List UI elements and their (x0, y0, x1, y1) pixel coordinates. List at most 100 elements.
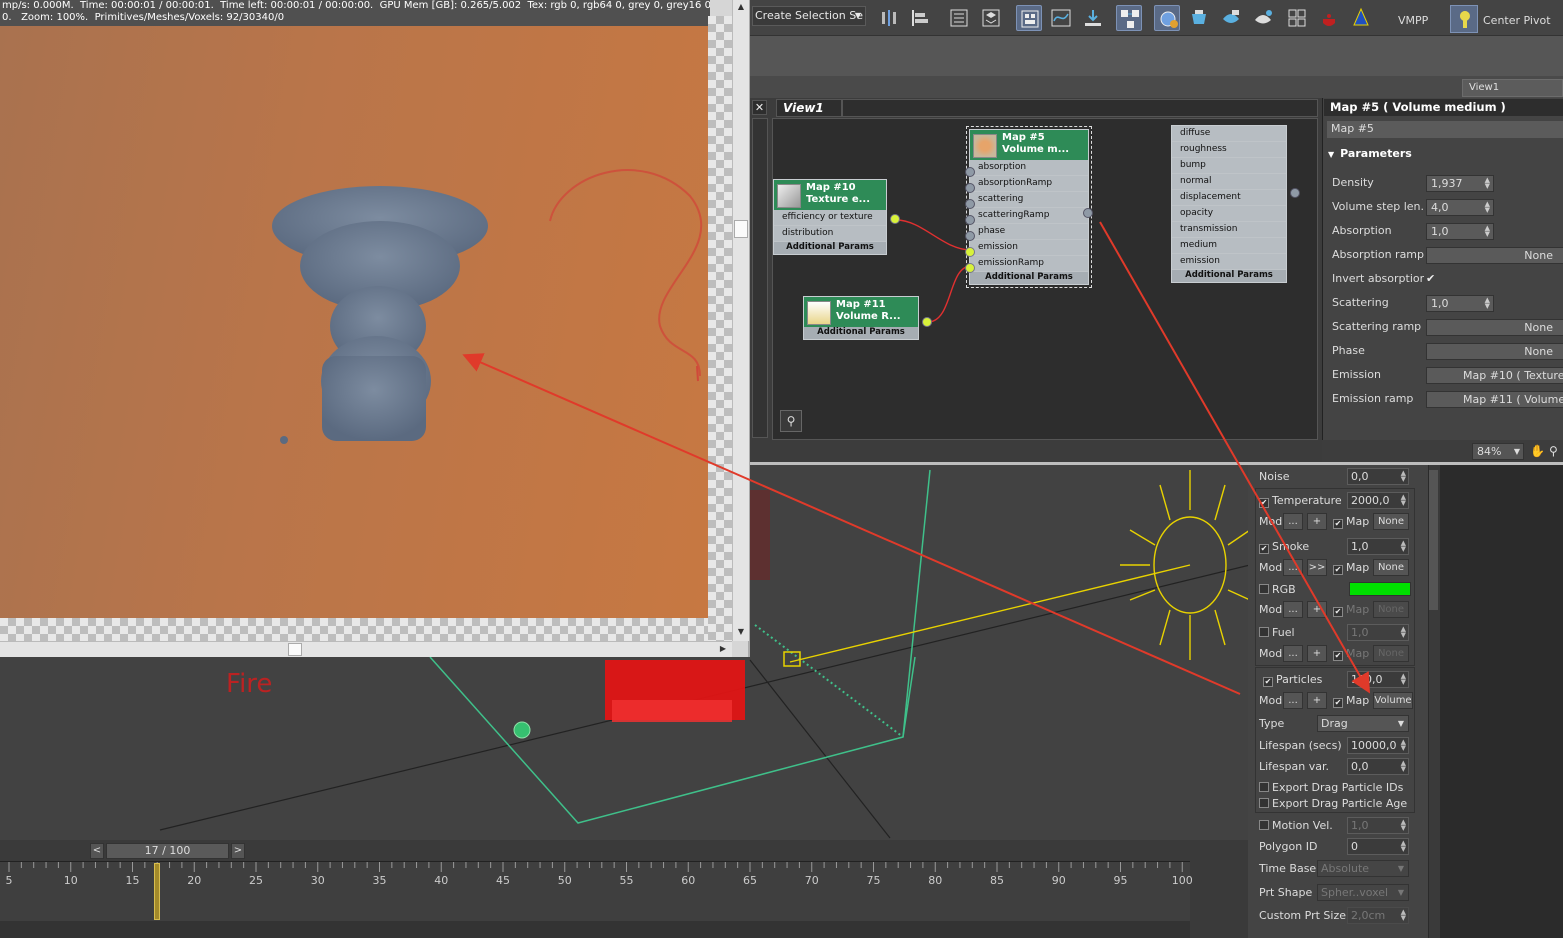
rgb-map-button[interactable]: None (1373, 601, 1409, 618)
input-socket[interactable] (965, 247, 975, 257)
tab-view1[interactable]: View1 (1462, 79, 1563, 97)
input-socket[interactable] (965, 167, 975, 177)
current-frame-marker[interactable] (154, 863, 161, 920)
mod-plus-button[interactable]: + (1307, 692, 1327, 709)
teapot-icon[interactable] (1316, 5, 1342, 31)
mod-plus-button[interactable]: + (1307, 645, 1327, 662)
map-checkbox[interactable]: ✔ (1333, 607, 1343, 617)
map-checkbox[interactable]: ✔ (1333, 519, 1343, 529)
next-frame-button[interactable]: > (231, 843, 245, 859)
param-map-button[interactable]: None (1426, 343, 1563, 360)
scroll-up-arrow[interactable]: ▲ (734, 0, 748, 14)
time-slider[interactable]: 17 / 100 (106, 843, 229, 859)
node-param[interactable]: displacement (1172, 190, 1286, 206)
lifespan-spinner[interactable]: 10000,0 ▲ ▼ (1347, 737, 1409, 754)
map-name-field[interactable]: Map #5 (1327, 121, 1563, 138)
light-icon[interactable] (1348, 5, 1374, 31)
param-map-button[interactable]: None (1426, 319, 1563, 336)
motion-vel-checkbox[interactable] (1259, 820, 1269, 830)
zoom-icon[interactable]: ⚲ (1549, 444, 1558, 458)
particles-checkbox[interactable]: ✔ (1263, 677, 1273, 687)
mod-dots-button[interactable]: ... (1283, 559, 1303, 576)
lifespan-var-spinner[interactable]: 0,0 ▲ ▼ (1347, 758, 1409, 775)
node-view-canvas[interactable]: Map #10 Texture e... efficiency or textur… (772, 118, 1318, 440)
param-spinner[interactable]: 1,0 ▲ ▼ (1426, 295, 1494, 312)
param-map-button[interactable]: None (1426, 247, 1563, 264)
fuel-map-button[interactable]: None (1373, 645, 1409, 662)
schematic-icon[interactable] (1116, 5, 1142, 31)
param-map-button[interactable]: Map #10 ( Texture e (1426, 367, 1563, 384)
node-map5[interactable]: Map #5 Volume m... absorption absorptionR… (965, 126, 1093, 288)
additional-params[interactable]: Additional Params (804, 327, 918, 339)
node-param[interactable]: phase (970, 224, 1088, 240)
parameters-rollout[interactable]: ▼ Parameters (1328, 147, 1563, 163)
mod-dots-button[interactable]: ... (1283, 513, 1303, 530)
prev-frame-button[interactable]: < (90, 843, 104, 859)
fuel-checkbox[interactable] (1259, 627, 1269, 637)
align-icon[interactable] (906, 5, 932, 31)
slate-browser-panel[interactable] (752, 118, 768, 438)
horizontal-scrollbar[interactable]: ▶ (0, 641, 732, 657)
input-socket[interactable] (965, 199, 975, 209)
param-map-button[interactable]: Map #11 ( Volume Ram (1426, 391, 1563, 408)
additional-params[interactable]: Additional Params (970, 272, 1088, 284)
input-socket[interactable] (965, 231, 975, 241)
fuel-spinner[interactable]: 1,0 ▲ ▼ (1347, 624, 1409, 641)
center-pivot-label[interactable]: Center Pivot (1483, 14, 1551, 27)
scroll-thumb[interactable] (1429, 470, 1438, 610)
output-socket[interactable] (1083, 208, 1093, 218)
zoom-dropdown[interactable]: 84% ▼ (1472, 443, 1524, 460)
custom-prt-size-spinner[interactable]: 2,0cm ▲ ▼ (1347, 907, 1409, 924)
node-header[interactable]: Map #10 Texture e... (774, 180, 886, 210)
node-header[interactable]: Map #5 Volume m... (970, 130, 1088, 160)
timeline-track[interactable] (0, 861, 1190, 921)
map-checkbox[interactable]: ✔ (1333, 565, 1343, 575)
binoculars-icon[interactable]: ⚲ (780, 410, 802, 432)
mod-dots-button[interactable]: ... (1283, 645, 1303, 662)
node-param[interactable]: emissionRamp (970, 256, 1088, 272)
time-base-dropdown[interactable]: Absolute ▼ (1317, 860, 1409, 877)
dope-sheet-icon[interactable] (1080, 5, 1106, 31)
particles-spinner[interactable]: 100,0 ▲ ▼ (1347, 671, 1409, 688)
node-param[interactable]: diffuse (1172, 126, 1286, 142)
pan-hand-icon[interactable]: ✋ (1530, 444, 1545, 458)
mod-plus-button[interactable]: + (1307, 513, 1327, 530)
input-socket[interactable] (965, 183, 975, 193)
curve-editor-icon[interactable] (1048, 5, 1074, 31)
node-param[interactable]: bump (1172, 158, 1286, 174)
noise-spinner[interactable]: 0,0 ▲ ▼ (1347, 468, 1409, 485)
additional-params[interactable]: Additional Params (1172, 270, 1286, 282)
selection-set-dropdown[interactable]: Create Selection Se ▼ (752, 6, 866, 26)
export-age-checkbox[interactable] (1259, 798, 1269, 808)
map-checkbox[interactable]: ✔ (1333, 698, 1343, 708)
node-param[interactable]: distribution (774, 226, 886, 242)
node-param[interactable]: normal (1172, 174, 1286, 190)
node-param[interactable]: absorptionRamp (970, 176, 1088, 192)
temperature-checkbox[interactable]: ✔ (1259, 498, 1269, 508)
node-material[interactable]: diffuse roughness bump normal displaceme… (1171, 125, 1300, 283)
output-socket[interactable] (890, 214, 900, 224)
output-socket[interactable] (1290, 188, 1300, 198)
close-icon[interactable]: ✕ (752, 100, 767, 115)
node-param[interactable]: transmission (1172, 222, 1286, 238)
input-socket[interactable] (965, 263, 975, 273)
scroll-thumb[interactable] (734, 220, 748, 238)
node-param[interactable]: absorption (970, 160, 1088, 176)
mod-forward-button[interactable]: >> (1307, 559, 1327, 576)
param-spinner[interactable]: 1,0 ▲ ▼ (1426, 223, 1494, 240)
node-map11[interactable]: Map #11 Volume R... Additional Params (803, 296, 932, 340)
scroll-right-arrow[interactable]: ▶ (716, 642, 730, 656)
scroll-down-arrow[interactable]: ▼ (734, 625, 748, 639)
mod-dots-button[interactable]: ... (1283, 692, 1303, 709)
scroll-thumb[interactable] (288, 643, 302, 656)
center-pivot-icon[interactable] (1450, 5, 1478, 33)
render-icon[interactable] (1250, 5, 1276, 31)
list-icon[interactable] (946, 5, 972, 31)
node-header[interactable]: Map #11 Volume R... (804, 297, 918, 327)
node-param[interactable]: scattering (970, 192, 1088, 208)
vmpp-button[interactable]: VMPP (1398, 14, 1428, 27)
node-param[interactable]: roughness (1172, 142, 1286, 158)
smoke-checkbox[interactable]: ✔ (1259, 544, 1269, 554)
material-editor-icon[interactable] (1154, 5, 1180, 31)
rgb-checkbox[interactable] (1259, 584, 1269, 594)
